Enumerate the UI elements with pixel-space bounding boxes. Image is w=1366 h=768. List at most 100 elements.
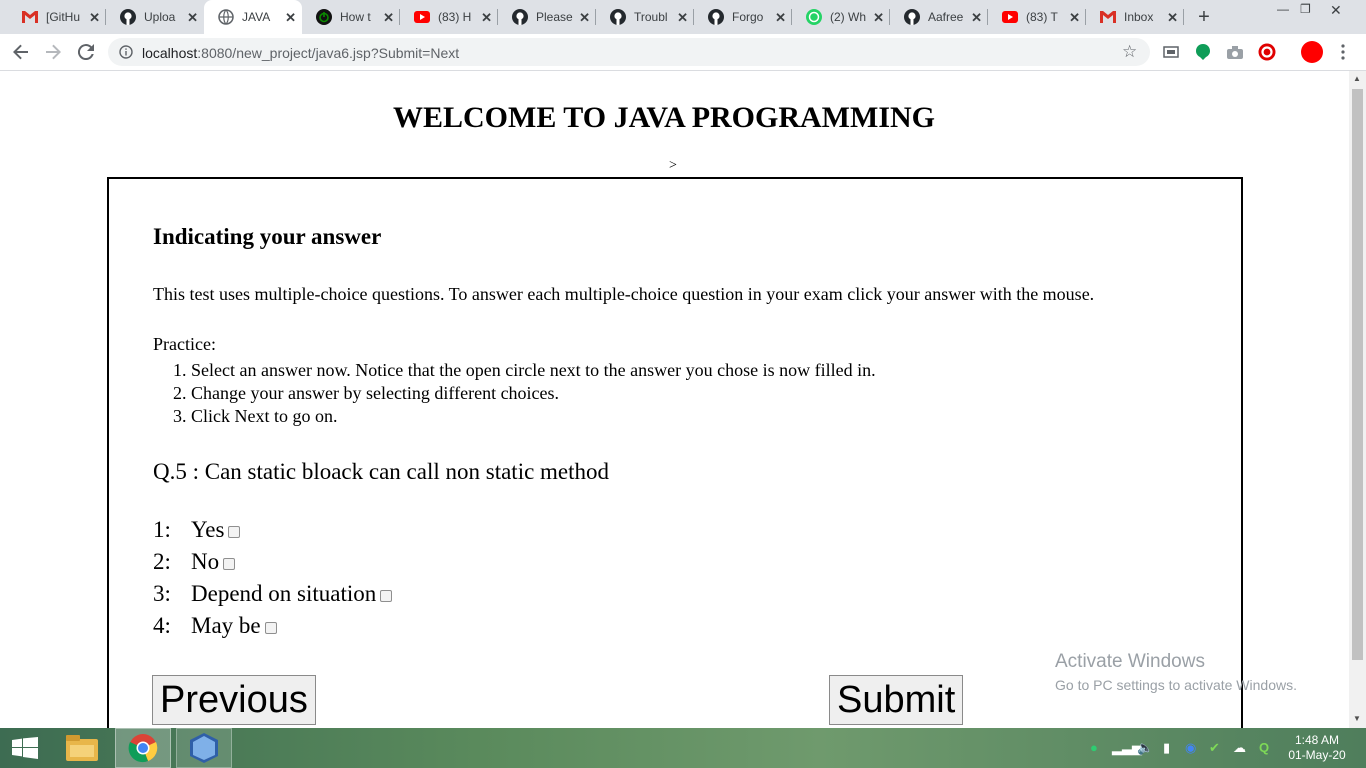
bookmark-star-icon[interactable]: ☆ [1122, 42, 1137, 62]
address-bar[interactable]: localhost:8080/new_project/java6.jsp?Sub… [108, 38, 1150, 66]
browser-tab[interactable]: [GitHu ✕ [8, 0, 106, 34]
tab-close-icon[interactable]: ✕ [677, 10, 688, 26]
browser-tab[interactable]: (83) H ✕ [400, 0, 498, 34]
menu-kebab-icon[interactable] [1334, 43, 1352, 61]
tab-close-icon[interactable]: ✕ [971, 10, 982, 26]
browser-tab[interactable]: Aafree ✕ [890, 0, 988, 34]
option-checkbox[interactable] [228, 526, 241, 538]
new-tab-button[interactable]: + [1194, 6, 1214, 29]
option-number: 1: [153, 517, 171, 542]
option-checkbox[interactable] [223, 558, 236, 570]
github-icon [512, 9, 528, 25]
scroll-down-arrow-icon[interactable]: ▼ [1353, 714, 1361, 723]
page-title: WELCOME TO JAVA PROGRAMMING [392, 101, 935, 134]
chrome-tray-icon[interactable]: ◉ [1185, 740, 1196, 756]
option-label: Yes [191, 517, 225, 542]
practice-step: 3. Click Next to go on. [173, 406, 338, 426]
windows-start-icon[interactable] [10, 728, 40, 768]
tab-close-icon[interactable]: ✕ [285, 10, 296, 26]
tab-close-icon[interactable]: ✕ [481, 10, 492, 26]
virtualbox-taskbar-icon[interactable] [176, 728, 232, 768]
tab-close-icon[interactable]: ✕ [89, 10, 100, 26]
browser-tab[interactable]: (2) Wh ✕ [792, 0, 890, 34]
taskbar-clock[interactable]: 1:48 AM 01-May-20 [1286, 733, 1348, 763]
option-checkbox[interactable] [264, 622, 277, 634]
option-checkbox[interactable] [380, 590, 393, 602]
option-label: Depend on situation [191, 581, 377, 606]
answer-option-1: 1: Yes [153, 517, 241, 543]
tab-close-icon[interactable]: ✕ [187, 10, 198, 26]
scroll-up-arrow-icon[interactable]: ▲ [1353, 74, 1361, 83]
info-icon[interactable] [119, 45, 133, 59]
answer-option-2: 2: No [153, 549, 236, 575]
back-button[interactable] [9, 40, 33, 64]
power-icon [316, 9, 332, 25]
github-icon [610, 9, 626, 25]
browser-toolbar: localhost:8080/new_project/java6.jsp?Sub… [0, 34, 1366, 71]
windows-taskbar: ● ▂▃▅ 🔈 ▮ ◉ ✔ ☁ Q 1:48 AM 01-May-20 [0, 728, 1366, 768]
q-tray-icon[interactable]: Q [1259, 740, 1269, 755]
tab-label: Please [536, 10, 573, 24]
shield-icon[interactable]: ● [1090, 740, 1098, 755]
practice-step: 2. Change your answer by selecting diffe… [173, 383, 560, 403]
option-number: 2: [153, 549, 171, 574]
page-viewport: WELCOME TO JAVA PROGRAMMING > Indicating… [0, 71, 1349, 728]
camera-icon[interactable] [1226, 43, 1244, 61]
adblock-icon[interactable] [1258, 43, 1276, 61]
clock-time: 1:48 AM [1294, 733, 1340, 747]
option-number: 4: [153, 613, 171, 638]
forward-button[interactable] [41, 40, 65, 64]
scrollbar-thumb[interactable] [1352, 89, 1363, 660]
tab-separator [1183, 9, 1184, 25]
watermark-subtitle: Go to PC settings to activate Windows. [1055, 677, 1297, 693]
cast-icon[interactable] [1162, 43, 1180, 61]
reload-button[interactable] [74, 40, 98, 64]
tab-close-icon[interactable]: ✕ [775, 10, 786, 26]
practice-steps: 1. Select an answer now. Notice that the… [153, 359, 876, 428]
volume-icon[interactable]: 🔈 [1137, 740, 1153, 756]
url-host: localhost [142, 45, 198, 61]
extension-green-icon[interactable] [1194, 43, 1212, 61]
browser-tab[interactable]: JAVA ✕ [204, 0, 302, 34]
browser-tab[interactable]: Please ✕ [498, 0, 596, 34]
close-window-button[interactable]: ✕ [1330, 2, 1342, 19]
browser-tab[interactable]: Troubl ✕ [596, 0, 694, 34]
instructions-heading: Indicating your answer [153, 224, 382, 249]
youtube-icon [414, 9, 430, 25]
tab-close-icon[interactable]: ✕ [873, 10, 884, 26]
url-path: :8080/new_project/java6.jsp?Submit=Next [197, 45, 460, 61]
tab-label: Uploa [144, 10, 176, 24]
github-icon [120, 9, 136, 25]
answer-option-3: 3: Depend on situation [153, 581, 393, 607]
browser-tab[interactable]: Uploa ✕ [106, 0, 204, 34]
browser-tab[interactable]: (83) T ✕ [988, 0, 1086, 34]
restore-button[interactable]: ❐ [1300, 2, 1311, 16]
tab-close-icon[interactable]: ✕ [579, 10, 590, 26]
tab-label: (83) H [438, 10, 472, 24]
chrome-taskbar-icon[interactable] [115, 728, 171, 768]
previous-button[interactable]: Previous [152, 675, 316, 725]
browser-tab[interactable]: Forgo ✕ [694, 0, 792, 34]
tab-label: How t [340, 10, 371, 24]
answer-option-4: 4: May be [153, 613, 277, 639]
tab-label: (83) T [1026, 10, 1058, 24]
tab-close-icon[interactable]: ✕ [383, 10, 394, 26]
question-text: Q.5 : Can static bloack can call non sta… [153, 459, 610, 484]
battery-icon[interactable]: ▮ [1163, 740, 1170, 756]
file-explorer-icon[interactable] [58, 728, 106, 768]
cloud-icon[interactable]: ☁ [1233, 740, 1246, 756]
tab-close-icon[interactable]: ✕ [1167, 10, 1178, 26]
gmail-icon [1100, 9, 1116, 25]
arrow-right-icon [46, 44, 61, 60]
tab-label: Inbox [1124, 10, 1154, 24]
profile-avatar[interactable] [1300, 40, 1324, 64]
submit-button[interactable]: Submit [829, 675, 964, 725]
watermark-title: Activate Windows [1055, 651, 1205, 672]
minimize-button[interactable]: — [1277, 2, 1289, 16]
tab-close-icon[interactable]: ✕ [1069, 10, 1080, 26]
check-tray-icon[interactable]: ✔ [1209, 740, 1220, 756]
browser-tab[interactable]: How t ✕ [302, 0, 400, 34]
vertical-scrollbar[interactable]: ▲ ▼ [1349, 71, 1366, 728]
browser-tab[interactable]: Inbox ✕ [1086, 0, 1184, 34]
tab-label: JAVA [242, 10, 271, 24]
